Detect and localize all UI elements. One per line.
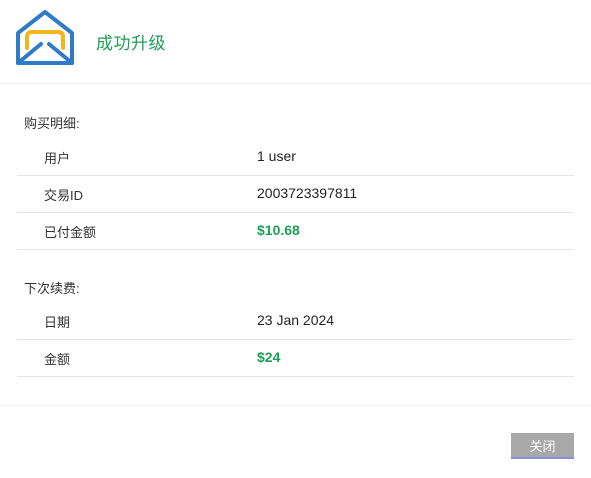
dialog-header: 成功升级 <box>0 0 591 84</box>
amount-paid-value: $10.68 <box>257 222 300 238</box>
renewal-amount-value: $24 <box>257 349 281 365</box>
row-label: 交易ID <box>44 188 84 203</box>
close-button[interactable]: 关闭 <box>511 433 574 459</box>
row-value: 1 user <box>257 148 296 164</box>
purchase-section-label: 购买明细: <box>24 116 80 131</box>
row-label: 已付金额 <box>44 225 97 240</box>
renewal-row-date: 日期 23 Jan 2024 <box>17 302 574 340</box>
row-label: 用户 <box>44 151 71 166</box>
purchase-row-amount-paid: 已付金额 $10.68 <box>17 212 574 250</box>
envelope-open-icon <box>16 10 74 65</box>
row-label: 日期 <box>44 315 71 330</box>
dialog-title: 成功升级 <box>96 34 166 53</box>
row-value: 2003723397811 <box>257 185 358 201</box>
renewal-row-amount: 金额 $24 <box>17 339 574 377</box>
row-value: 23 Jan 2024 <box>257 312 335 328</box>
row-label: 金额 <box>44 352 71 367</box>
purchase-row-user: 用户 1 user <box>17 138 574 176</box>
footer-divider <box>0 405 591 406</box>
renewal-section-label: 下次续费: <box>24 281 80 296</box>
purchase-row-transaction-id: 交易ID 2003723397811 <box>17 175 574 213</box>
